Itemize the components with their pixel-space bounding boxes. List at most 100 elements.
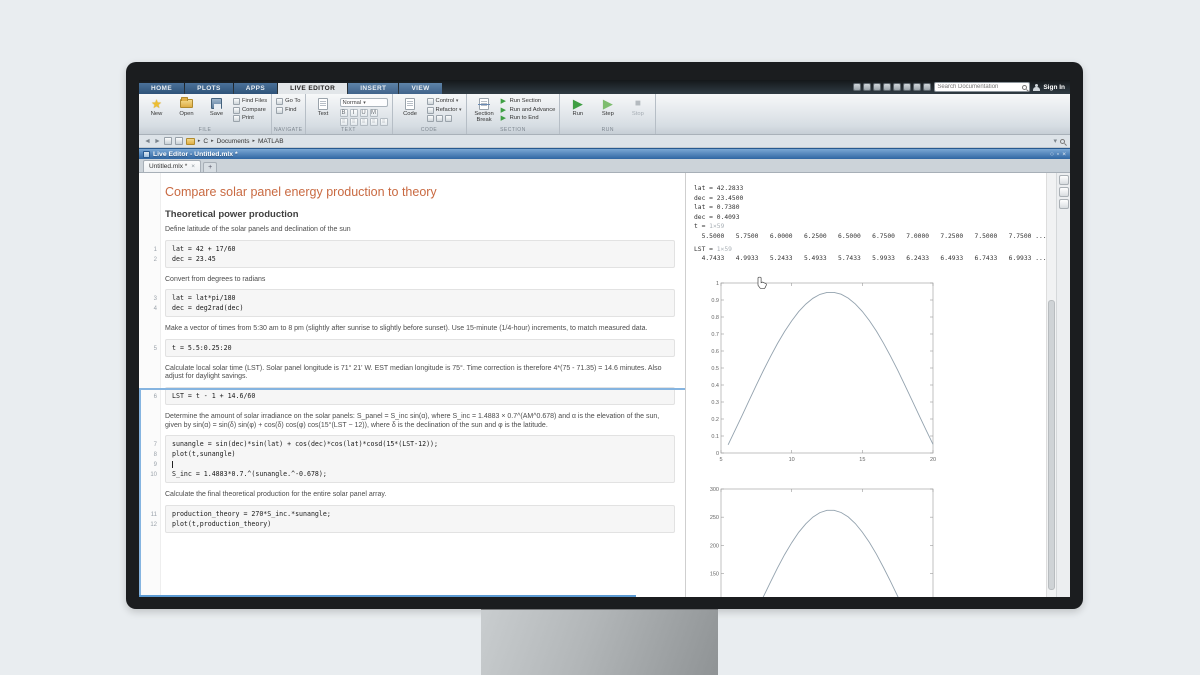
output-inline-button[interactable] xyxy=(1059,187,1069,197)
back-icon[interactable]: ◄ xyxy=(144,138,151,145)
compare-button[interactable]: Compare xyxy=(233,107,267,114)
output-variable-line: dec = 23.4500 xyxy=(694,194,1046,204)
print-button[interactable]: Print xyxy=(233,115,267,122)
help-icon[interactable] xyxy=(923,83,931,91)
code-block[interactable]: 1lat = 42 + 17/602dec = 23.45 xyxy=(165,240,675,268)
code-line[interactable]: 7sunangle = sin(dec)*sin(lat) + cos(dec)… xyxy=(172,439,668,449)
text-button[interactable]: Text xyxy=(310,96,337,126)
toolstrip-tab-live-editor[interactable]: LIVE EDITOR xyxy=(278,83,347,94)
toolstrip-tab-apps[interactable]: APPS xyxy=(234,83,277,94)
matlab-screen: HOMEPLOTSAPPSLIVE EDITORINSERTVIEW Sign … xyxy=(139,80,1070,597)
code-line[interactable]: 4dec = deg2rad(dec) xyxy=(172,303,668,313)
format-u-button[interactable]: U xyxy=(360,109,368,117)
new-button[interactable]: ★New xyxy=(143,96,170,126)
text-label: Text xyxy=(318,111,329,117)
code-line[interactable]: 5t = 5.5:0.25:20 xyxy=(172,343,668,353)
cut-icon[interactable] xyxy=(863,83,871,91)
toolstrip-tab-home[interactable]: HOME xyxy=(139,83,184,94)
run-icon: ▶ xyxy=(573,97,583,110)
switch-window-icon[interactable] xyxy=(913,83,921,91)
code-line[interactable]: 3lat = lat*pi/180 xyxy=(172,293,668,303)
run-button[interactable]: ▶Run xyxy=(564,96,591,126)
format-b-button[interactable]: B xyxy=(340,109,348,117)
browse-folder-icon[interactable] xyxy=(175,137,183,145)
redo-icon[interactable] xyxy=(903,83,911,91)
tab-untitled-mlx[interactable]: Untitled.mlx * × xyxy=(143,160,201,172)
code-line[interactable]: 9 xyxy=(172,459,668,469)
list-format-button-2[interactable]: ≡ xyxy=(360,118,368,126)
code-line[interactable]: 8plot(t,sunangle) xyxy=(172,449,668,459)
close-icon[interactable]: × xyxy=(1062,151,1066,158)
output-right-button[interactable] xyxy=(1059,199,1069,209)
live-editor-titlebar[interactable]: Live Editor - Untitled.mlx * ○▫× xyxy=(139,148,1070,159)
refactor-button[interactable]: Refactor ▾ xyxy=(427,107,462,114)
code-line[interactable]: 2dec = 23.45 xyxy=(172,254,668,264)
open-icon xyxy=(180,97,193,110)
restore-icon[interactable]: ▫ xyxy=(1057,151,1059,158)
undo-icon[interactable] xyxy=(893,83,901,91)
go-to-button[interactable]: Go To xyxy=(276,98,300,105)
code-line[interactable]: 6LST = t - 1 + 14.6/60 xyxy=(172,391,668,401)
new-tab-button[interactable]: + xyxy=(203,162,217,172)
svg-text:15: 15 xyxy=(859,457,865,463)
production-theory-plot[interactable]: 5101520050100150200250300 xyxy=(701,483,1046,597)
paragraph: Convert from degrees to radians xyxy=(165,276,675,285)
run-and-advance-button[interactable]: ▶Run and Advance xyxy=(501,107,556,114)
breadcrumb-documents[interactable]: Documents xyxy=(217,138,250,145)
code-button[interactable]: Code xyxy=(397,96,424,126)
code-line[interactable]: 12plot(t,production_theory) xyxy=(172,519,668,529)
control-button[interactable]: Control ▾ xyxy=(427,98,462,105)
list-format-button-4[interactable]: ≡ xyxy=(380,118,388,126)
run-section-button[interactable]: ▶Run Section xyxy=(501,98,556,105)
section-break-button[interactable]: Section Break xyxy=(471,96,498,126)
toolstrip-tab-view[interactable]: VIEW xyxy=(399,83,441,94)
format-i-button[interactable]: I xyxy=(350,109,358,117)
code-line[interactable]: 10S_inc = 1.4883*0.7.^(sunangle.^-0.678)… xyxy=(172,469,668,479)
run-to-end-button[interactable]: ▶Run to End xyxy=(501,115,556,122)
code-line[interactable]: 11production_theory = 270*S_inc.*sunangl… xyxy=(172,509,668,519)
sunangle-plot[interactable]: 510152000.10.20.30.40.50.60.70.80.91 xyxy=(701,276,1046,473)
extra-button[interactable] xyxy=(427,115,462,122)
code-block[interactable]: 5t = 5.5:0.25:20 xyxy=(165,339,675,357)
scrollbar-thumb[interactable] xyxy=(1048,300,1055,590)
live-script-editor[interactable]: Compare solar panel energy production to… xyxy=(139,173,686,597)
search-icon[interactable] xyxy=(1022,85,1027,90)
find-files-button[interactable]: Find Files xyxy=(233,98,267,105)
search-documentation-box[interactable] xyxy=(934,82,1030,92)
search-folder-icon[interactable] xyxy=(1060,139,1065,144)
list-format-button-3[interactable]: ≡ xyxy=(370,118,378,126)
breadcrumb[interactable]: ▸C▸Documents▸MATLAB xyxy=(198,138,284,145)
user-account-icon[interactable] xyxy=(1033,84,1040,91)
svg-text:0.9: 0.9 xyxy=(711,298,719,304)
copy-icon[interactable] xyxy=(873,83,881,91)
up-one-level-icon[interactable] xyxy=(164,137,172,145)
list-format-button-1[interactable]: ≡ xyxy=(350,118,358,126)
close-tab-icon[interactable]: × xyxy=(191,163,195,170)
find-button[interactable]: Find xyxy=(276,107,300,114)
save-button[interactable]: Save xyxy=(203,96,230,126)
save-icon[interactable] xyxy=(853,83,861,91)
open-button[interactable]: Open xyxy=(173,96,200,126)
breadcrumb-matlab[interactable]: MATLAB xyxy=(258,138,284,145)
text-style-dropdown[interactable]: Normal▾ xyxy=(340,98,388,107)
path-dropdown-icon[interactable]: ▾ xyxy=(1053,138,1057,145)
code-block[interactable]: 3lat = lat*pi/1804dec = deg2rad(dec) xyxy=(165,289,675,317)
paste-icon[interactable] xyxy=(883,83,891,91)
list-format-button-0[interactable]: ≡ xyxy=(340,118,348,126)
code-line[interactable]: 1lat = 42 + 17/60 xyxy=(172,244,668,254)
search-input[interactable] xyxy=(937,84,1022,90)
minimize-icon[interactable]: ○ xyxy=(1050,151,1054,158)
format-m-button[interactable]: M xyxy=(370,109,378,117)
control-icon xyxy=(427,98,434,105)
sign-in-link[interactable]: Sign In xyxy=(1043,84,1065,91)
output-scrollbar[interactable] xyxy=(1046,173,1056,597)
step-button[interactable]: ▶Step xyxy=(594,96,621,126)
code-block[interactable]: 11production_theory = 270*S_inc.*sunangl… xyxy=(165,505,675,533)
code-block[interactable]: 7sunangle = sin(dec)*sin(lat) + cos(dec)… xyxy=(165,435,675,483)
toolstrip-tab-insert[interactable]: INSERT xyxy=(348,83,398,94)
toolstrip-tab-plots[interactable]: PLOTS xyxy=(185,83,233,94)
hide-code-button[interactable] xyxy=(1059,175,1069,185)
code-label: Code xyxy=(403,111,417,117)
breadcrumb-c[interactable]: C xyxy=(203,138,208,145)
forward-icon[interactable]: ► xyxy=(154,138,161,145)
